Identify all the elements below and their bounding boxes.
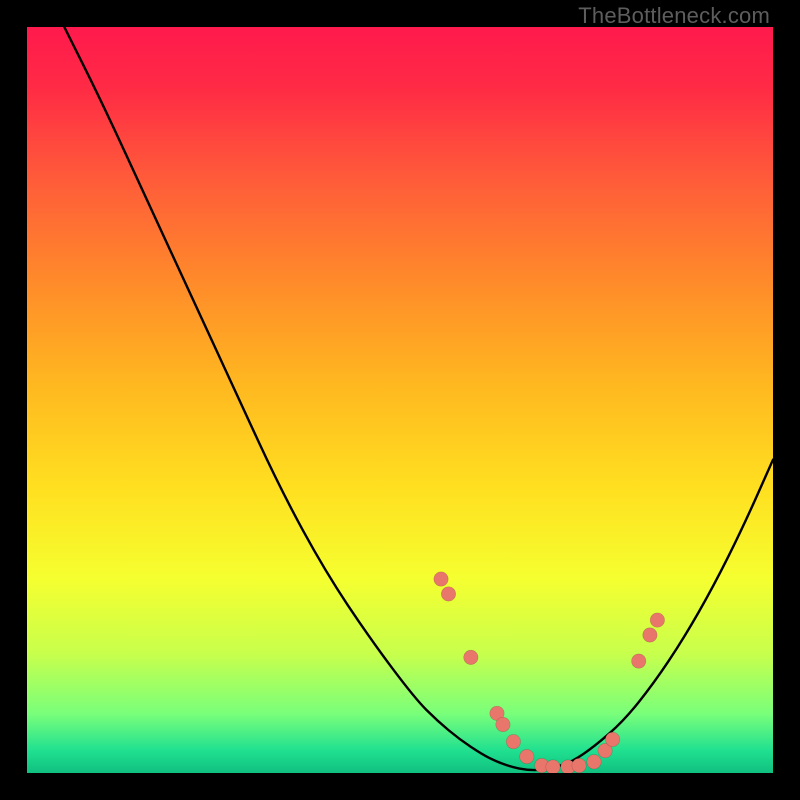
- plot-frame: [27, 27, 773, 773]
- data-point: [464, 650, 478, 664]
- watermark-text: TheBottleneck.com: [578, 3, 770, 29]
- data-points-group: [434, 572, 665, 773]
- data-point: [434, 572, 448, 586]
- data-point: [643, 628, 657, 642]
- data-point: [506, 734, 520, 748]
- data-point: [632, 654, 646, 668]
- data-point: [441, 587, 455, 601]
- data-point: [546, 760, 560, 773]
- data-point: [520, 749, 534, 763]
- data-point: [572, 758, 586, 772]
- data-point: [605, 732, 619, 746]
- plot-svg: [27, 27, 773, 773]
- data-point: [587, 755, 601, 769]
- data-point: [496, 717, 510, 731]
- data-point: [650, 613, 664, 627]
- bottleneck-curve: [64, 27, 773, 770]
